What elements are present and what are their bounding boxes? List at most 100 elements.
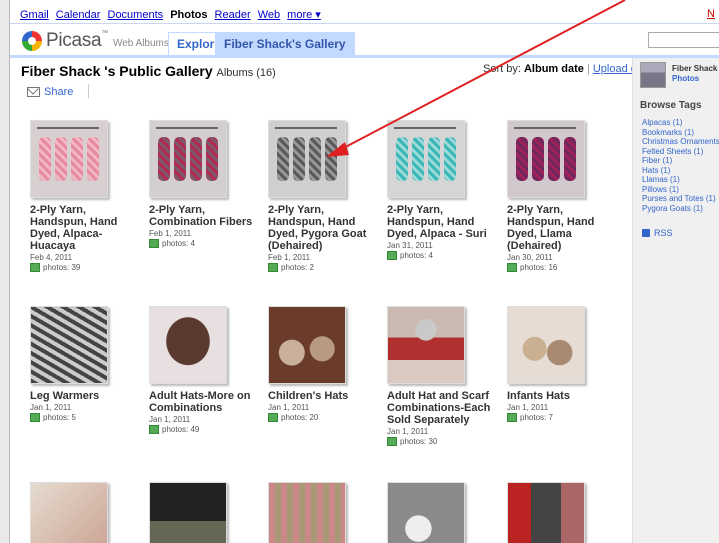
album-date: Jan 31, 2011 [387, 241, 433, 250]
album-thumbnail[interactable] [268, 482, 346, 543]
user-photos-link[interactable]: Photos [672, 74, 717, 84]
album-card[interactable]: 2-Ply Yarn, Handspun, Hand Dyed, Pygora … [268, 120, 374, 272]
album-card[interactable]: 2-Ply Yarn, Handspun, Hand Dyed, Alpaca-… [30, 120, 136, 272]
rss-link[interactable]: RSS [642, 228, 673, 238]
search-input[interactable] [648, 32, 719, 48]
gbar-documents[interactable]: Documents [108, 9, 164, 21]
user-name[interactable]: Fiber Shack [672, 64, 717, 74]
tag-link[interactable]: Llamas (1) [642, 175, 719, 185]
album-thumbnail[interactable] [30, 120, 108, 198]
gbar-right-link[interactable]: N [707, 8, 715, 20]
photos-icon [507, 413, 517, 422]
photos-icon [149, 425, 159, 434]
gbar-calendar[interactable]: Calendar [56, 9, 101, 21]
album-date: Jan 1, 2011 [149, 415, 191, 424]
gbar-web[interactable]: Web [258, 9, 280, 21]
album-title[interactable]: 2-Ply Yarn, Handspun, Hand Dyed, Alpaca … [387, 204, 493, 240]
share-label: Share [44, 86, 74, 98]
album-card[interactable]: Leg Warmers Jan 1, 2011 photos: 5 [30, 306, 136, 422]
mail-icon [27, 87, 40, 97]
album-title[interactable]: 2-Ply Yarn, Combination Fibers [149, 204, 255, 228]
album-date: Jan 1, 2011 [268, 403, 310, 412]
photo-count: photos: 39 [30, 263, 136, 272]
rss-icon [642, 229, 650, 237]
album-thumbnail[interactable] [387, 120, 465, 198]
window-edge [0, 0, 10, 543]
photo-count: photos: 20 [268, 413, 374, 422]
album-thumbnail[interactable] [507, 482, 585, 543]
album-card[interactable]: 2-Ply Yarn, Combination Fibers Feb 1, 20… [149, 120, 255, 248]
album-thumbnail[interactable] [268, 306, 346, 384]
album-title[interactable]: Adult Hats-More on Combinations [149, 390, 255, 414]
album-thumbnail[interactable] [149, 306, 227, 384]
album-title[interactable]: 2-Ply Yarn, Handspun, Hand Dyed, Pygora … [268, 204, 374, 252]
gallery-main: Fiber Shack 's Public Gallery Albums (16… [10, 58, 652, 543]
tag-link[interactable]: Hats (1) [642, 166, 719, 176]
gbar-more[interactable]: more ▾ [287, 9, 321, 21]
photo-count: photos: 2 [268, 263, 374, 272]
tag-link[interactable]: Felted Sheets (1) [642, 147, 719, 157]
album-card[interactable]: Adult Hats-More on Combinations Jan 1, 2… [149, 306, 255, 434]
album-card[interactable]: 2-Ply Yarn, Handspun, Hand Dyed, Alpaca … [387, 120, 493, 260]
gbar-gmail[interactable]: Gmail [20, 9, 49, 21]
photo-count: photos: 7 [507, 413, 613, 422]
gbar-photos-current: Photos [170, 9, 208, 21]
album-date: Jan 30, 2011 [507, 253, 553, 262]
album-thumbnail[interactable] [507, 306, 585, 384]
user-profile[interactable]: Fiber Shack Photos [640, 62, 717, 88]
album-thumbnail[interactable] [507, 120, 585, 198]
photos-icon [268, 263, 278, 272]
share-divider [88, 84, 89, 98]
sort-album-date[interactable]: Album date [524, 63, 584, 75]
photo-count: photos: 16 [507, 263, 613, 272]
album-card[interactable] [149, 482, 255, 543]
album-title[interactable]: 2-Ply Yarn, Handspun, Hand Dyed, Alpaca-… [30, 204, 136, 252]
album-title[interactable]: Infants Hats [507, 390, 613, 402]
photos-icon [30, 263, 40, 272]
album-thumbnail[interactable] [30, 306, 108, 384]
album-card[interactable]: Adult Hat and Scarf Combinations-Each So… [387, 306, 493, 446]
album-thumbnail[interactable] [149, 482, 227, 543]
page-title: Fiber Shack 's Public Gallery Albums (16… [21, 63, 276, 79]
album-thumbnail[interactable] [149, 120, 227, 198]
album-card[interactable] [507, 482, 613, 543]
picasa-logo[interactable]: Picasa™ Web Albums [22, 30, 169, 52]
album-count: Albums (16) [216, 67, 276, 79]
album-card[interactable]: 2-Ply Yarn, Handspun, Hand Dyed, Llama (… [507, 120, 613, 272]
album-title[interactable]: Leg Warmers [30, 390, 136, 402]
album-card[interactable] [268, 482, 374, 543]
album-thumbnail[interactable] [387, 482, 465, 543]
tag-link[interactable]: Alpacas (1) [642, 118, 719, 128]
album-thumbnail[interactable] [268, 120, 346, 198]
picasa-logo-icon [22, 31, 42, 51]
album-thumbnail[interactable] [30, 482, 108, 543]
photo-count: photos: 4 [387, 251, 493, 260]
tag-link[interactable]: Pillows (1) [642, 185, 719, 195]
tag-link[interactable]: Fiber (1) [642, 156, 719, 166]
tag-link[interactable]: Bookmarks (1) [642, 128, 719, 138]
album-card[interactable] [30, 482, 136, 543]
photos-icon [507, 263, 517, 272]
sort-controls: Sort by: Album date | Upload date [483, 63, 653, 75]
tag-link[interactable]: Pygora Goats (1) [642, 204, 719, 214]
album-title[interactable]: Children's Hats [268, 390, 374, 402]
tag-link[interactable]: Christmas Ornaments [642, 137, 719, 147]
logo-text: Picasa™ [46, 30, 108, 51]
logo-subtitle: Web Albums [112, 38, 169, 49]
photo-count: photos: 5 [30, 413, 136, 422]
album-card[interactable]: Children's Hats Jan 1, 2011 photos: 20 [268, 306, 374, 422]
album-card[interactable] [387, 482, 493, 543]
album-date: Feb 1, 2011 [149, 229, 192, 238]
album-title[interactable]: 2-Ply Yarn, Handspun, Hand Dyed, Llama (… [507, 204, 613, 252]
share-button[interactable]: Share [27, 86, 73, 98]
photo-count: photos: 49 [149, 425, 255, 434]
album-thumbnail[interactable] [387, 306, 465, 384]
photos-icon [387, 437, 397, 446]
album-card[interactable]: Infants Hats Jan 1, 2011 photos: 7 [507, 306, 613, 422]
gbar-reader[interactable]: Reader [215, 9, 251, 21]
tab-gallery[interactable]: Fiber Shack's Gallery [215, 32, 355, 55]
avatar[interactable] [640, 62, 666, 88]
tag-link[interactable]: Purses and Totes (1) [642, 194, 719, 204]
browser-page: Gmail Calendar Documents Photos Reader W… [0, 0, 719, 543]
album-title[interactable]: Adult Hat and Scarf Combinations-Each So… [387, 390, 493, 426]
